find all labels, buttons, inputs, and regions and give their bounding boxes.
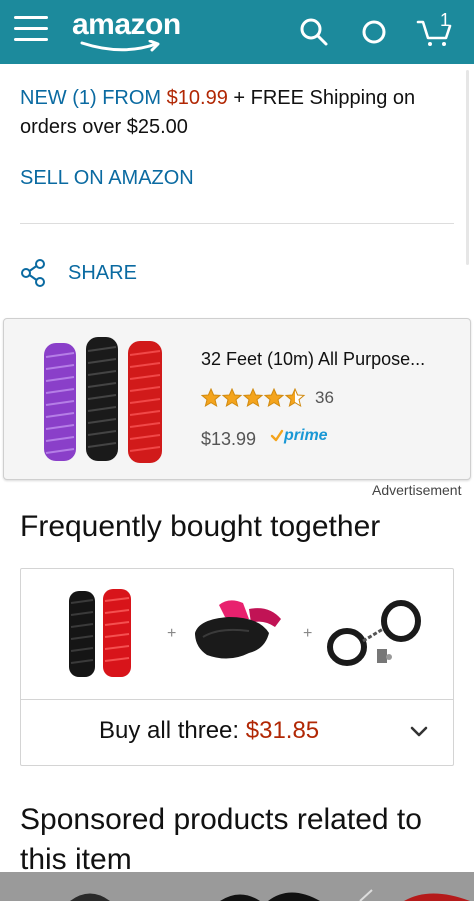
share-label: SHARE	[68, 261, 137, 284]
ad-price: $13.99	[201, 429, 257, 449]
rating-count: 36	[315, 388, 334, 407]
menu-icon[interactable]	[14, 16, 48, 44]
alexa-icon[interactable]	[356, 14, 392, 50]
fbt-bundle-box[interactable]: + + Buy all three: $31.85	[20, 568, 454, 766]
prime-badge: prime	[270, 427, 328, 445]
fbt-heading: Frequently bought together	[20, 510, 381, 543]
black-rope	[86, 337, 118, 461]
red-rope	[128, 341, 162, 463]
offer-line[interactable]: NEW (1) FROM $10.99 + FREE Shipping on o…	[20, 84, 460, 142]
plus-sign: +	[167, 625, 177, 642]
sponsored-products-heading: Sponsored products related to this item	[20, 803, 422, 876]
cart-count-badge: 1	[440, 10, 451, 30]
plus-sign: +	[303, 625, 313, 642]
bundle-total-price: $31.85	[245, 717, 320, 744]
star-rating-icon	[201, 388, 305, 407]
search-icon[interactable]	[296, 14, 332, 50]
chevron-down-icon[interactable]	[407, 719, 431, 743]
divider	[21, 699, 453, 700]
rope-product-image[interactable]	[40, 333, 168, 467]
amazon-smile-icon	[80, 40, 160, 52]
advertisement-label: Advertisement	[372, 482, 462, 498]
share-icon	[21, 259, 45, 287]
share-button[interactable]: SHARE	[20, 257, 137, 289]
purple-rope	[44, 343, 76, 461]
ad-product-title[interactable]: 32 Feet (10m) All Purpose...	[201, 349, 425, 370]
amazon-logo[interactable]: amazon	[72, 8, 181, 42]
offer-prefix[interactable]: NEW (1) FROM	[20, 87, 167, 109]
scroll-indicator	[466, 70, 469, 265]
offer-price[interactable]: $10.99	[167, 87, 228, 109]
prime-label: prime	[284, 427, 328, 444]
sponsored-carousel-preview[interactable]	[0, 872, 474, 901]
sell-on-amazon-link[interactable]: SELL ON AMAZON	[20, 167, 194, 190]
fbt-blindfold-image[interactable]	[189, 597, 285, 673]
buy-all-summary[interactable]: Buy all three: $31.85	[99, 717, 319, 745]
ad-rating[interactable]: 36	[201, 388, 334, 408]
buy-all-label: Buy all three:	[99, 717, 246, 744]
prime-check-icon	[270, 429, 284, 442]
carousel-thumbnails	[70, 889, 470, 901]
fbt-items-row: + +	[21, 569, 453, 699]
fbt-handcuffs-image[interactable]	[325, 595, 425, 671]
divider	[20, 223, 454, 224]
fbt-rope-image[interactable]	[65, 587, 135, 681]
top-app-bar: amazon 1	[0, 0, 474, 64]
sponsored-ad-card[interactable]: 32 Feet (10m) All Purpose... 36 $13.99 p…	[3, 318, 471, 480]
